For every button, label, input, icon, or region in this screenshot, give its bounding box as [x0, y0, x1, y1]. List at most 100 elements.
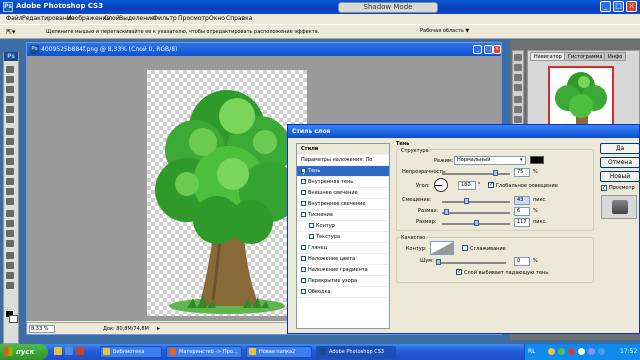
eyedropper-tool-icon[interactable] — [6, 262, 14, 269]
status-arrow-icon[interactable]: ▸ — [157, 325, 160, 332]
brush-tool-icon[interactable] — [6, 138, 14, 145]
doc-close-button[interactable]: × — [493, 45, 501, 54]
quick-launch-icon[interactable] — [54, 347, 62, 355]
dodge-tool-icon[interactable] — [6, 198, 14, 205]
size-field[interactable]: 117 — [514, 218, 530, 227]
checkbox-icon[interactable] — [301, 278, 306, 283]
gradient-tool-icon[interactable] — [6, 178, 14, 185]
panel-strip-icon[interactable] — [514, 96, 522, 103]
menu-layer[interactable]: Слой — [104, 15, 120, 22]
task-folder[interactable]: Новая папка2 — [246, 346, 312, 358]
background-color-swatch[interactable] — [9, 315, 18, 323]
blend-options-item[interactable]: Параметры наложения: По умолчанию — [297, 155, 389, 174]
path-select-tool-icon[interactable] — [6, 230, 14, 237]
zoom-field[interactable]: 8,33 % — [29, 325, 55, 333]
angle-field[interactable]: 180 — [458, 181, 476, 190]
distance-slider[interactable] — [442, 201, 510, 203]
panel-strip-icon[interactable] — [514, 84, 522, 91]
minimize-button[interactable]: _ — [600, 1, 611, 12]
checkbox-icon[interactable] — [301, 289, 306, 294]
tray-icon[interactable] — [598, 348, 605, 355]
stamp-tool-icon[interactable] — [6, 148, 14, 155]
close-button[interactable]: × — [626, 1, 637, 12]
menu-help[interactable]: Справка — [226, 15, 252, 22]
tray-icon[interactable] — [568, 348, 575, 355]
checkbox-icon[interactable]: ✓ — [301, 168, 306, 177]
checkbox-icon[interactable] — [301, 256, 306, 261]
healing-tool-icon[interactable] — [6, 128, 14, 135]
contour-picker[interactable] — [430, 241, 454, 255]
task-library[interactable]: Библиотека — [100, 346, 162, 358]
checkbox-icon[interactable] — [309, 223, 314, 228]
checkbox-icon[interactable] — [301, 212, 306, 217]
style-item-gradient-overlay[interactable]: Наложение градиента — [297, 265, 389, 276]
style-item-drop-shadow[interactable]: ✓ Тень — [297, 166, 389, 177]
distance-field[interactable]: 43 — [514, 196, 530, 205]
checkbox-icon[interactable] — [301, 245, 306, 250]
checkbox-icon[interactable] — [309, 234, 314, 239]
notes-tool-icon[interactable] — [6, 252, 14, 259]
task-photoshop[interactable]: Adobe Photoshop CS3 — [316, 346, 396, 358]
panel-strip-icon[interactable] — [514, 64, 522, 71]
opacity-field[interactable]: 75 — [514, 168, 530, 177]
angle-dial[interactable] — [434, 178, 448, 192]
style-item-texture[interactable]: Текстура — [297, 232, 389, 243]
shape-tool-icon[interactable] — [6, 240, 14, 247]
quick-launch-icon[interactable] — [76, 347, 84, 355]
panel-strip-icon[interactable] — [514, 74, 522, 81]
checkbox-icon[interactable] — [301, 190, 306, 195]
language-indicator[interactable]: RL — [528, 348, 536, 355]
task-browser[interactable]: Материнство -> Про... — [166, 346, 242, 358]
global-light-checkbox[interactable]: ✓ — [488, 182, 494, 188]
checkbox-icon[interactable] — [301, 201, 306, 206]
menu-filter[interactable]: Фильтр — [153, 15, 177, 22]
magic-wand-tool-icon[interactable] — [6, 96, 14, 103]
blend-mode-select[interactable]: Нормальный — [454, 156, 526, 165]
tab-info[interactable]: Инфо — [604, 52, 627, 61]
style-item-contour[interactable]: Контур — [297, 221, 389, 232]
doc-minimize-button[interactable]: _ — [473, 45, 482, 54]
shadow-color-swatch[interactable] — [530, 156, 544, 164]
tray-icon[interactable] — [558, 348, 565, 355]
noise-slider-knob[interactable] — [436, 259, 441, 265]
noise-field[interactable]: 0 — [514, 257, 530, 266]
style-item-bevel[interactable]: Тиснение — [297, 210, 389, 221]
spread-field[interactable]: 6 — [514, 207, 530, 216]
menu-file[interactable]: Файл — [6, 15, 23, 22]
tab-navigator[interactable]: Навигатор — [530, 52, 566, 61]
move-tool-icon[interactable]: ⇱▾ — [6, 28, 15, 36]
lasso-tool-icon[interactable] — [6, 86, 14, 93]
styles-header[interactable]: Стили — [297, 144, 389, 155]
tab-histogram[interactable]: Гистограмма — [564, 52, 607, 61]
style-item-pattern-overlay[interactable]: Перекрытие узора — [297, 276, 389, 287]
tray-icon[interactable] — [578, 348, 585, 355]
opacity-slider[interactable] — [442, 173, 510, 175]
tray-icon[interactable] — [588, 348, 595, 355]
hand-tool-icon[interactable] — [6, 272, 14, 279]
ok-button[interactable]: Да — [600, 143, 640, 154]
preview-checkbox[interactable]: ✓ — [601, 185, 607, 191]
checkbox-icon[interactable] — [301, 179, 306, 184]
workspace-dropdown[interactable]: Рабочая область ▼ — [420, 28, 469, 34]
zoom-tool-icon[interactable] — [6, 282, 14, 289]
quick-launch-icon[interactable] — [65, 347, 73, 355]
panel-strip-icon[interactable] — [514, 116, 522, 123]
panel-strip-icon[interactable] — [514, 54, 522, 61]
style-item-outer-glow[interactable]: Внешнее свечение — [297, 188, 389, 199]
menu-window[interactable]: Окно — [209, 15, 225, 22]
spread-slider-knob[interactable] — [444, 209, 449, 215]
canvas[interactable] — [147, 70, 307, 316]
style-item-inner-glow[interactable]: Внутреннее свечение — [297, 199, 389, 210]
move-tool-icon[interactable] — [6, 66, 14, 73]
doc-maximize-button[interactable]: □ — [484, 45, 493, 54]
blur-tool-icon[interactable] — [6, 188, 14, 195]
pen-tool-icon[interactable] — [6, 210, 14, 217]
knockout-checkbox[interactable]: ✓ — [456, 269, 462, 275]
style-item-color-overlay[interactable]: Наложение цвета — [297, 254, 389, 265]
style-item-stroke[interactable]: Обводка — [297, 287, 389, 298]
slice-tool-icon[interactable] — [6, 116, 14, 123]
antialias-checkbox[interactable] — [462, 245, 468, 251]
crop-tool-icon[interactable] — [6, 106, 14, 113]
opacity-slider-knob[interactable] — [493, 170, 498, 176]
spread-slider[interactable] — [442, 212, 510, 214]
